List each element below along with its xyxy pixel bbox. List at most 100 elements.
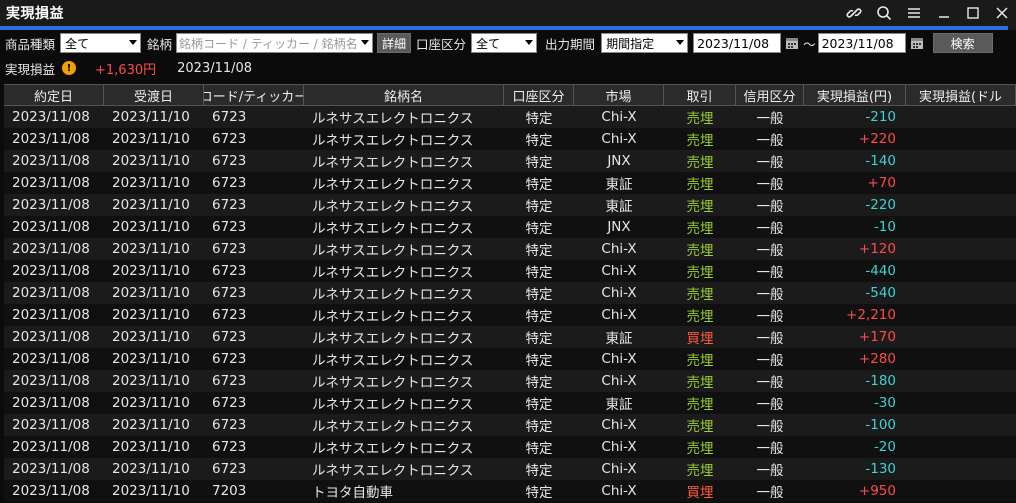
cell-trade-type: 売埋 <box>686 155 714 171</box>
cell-settle-date: 2023/11/10 <box>112 109 190 125</box>
stock-search-input[interactable]: 銘柄コード / ティッカー / 銘柄名 <box>176 33 374 53</box>
cell-account-type: 特定 <box>525 265 553 281</box>
column-header-account-type[interactable]: 口座区分 <box>504 85 574 106</box>
close-icon[interactable] <box>987 3 1016 23</box>
cell-trade-type: 買埋 <box>686 331 714 347</box>
cell-trade-date: 2023/11/08 <box>12 175 90 191</box>
cell-trade-type: 売埋 <box>686 353 714 369</box>
table-row[interactable]: 2023/11/08 2023/11/10 6723 ルネサスエレクトロニクス 特定 Ch… <box>4 458 1016 480</box>
cell-pl-usd <box>906 458 1016 480</box>
cell-stock-name: ルネサスエレクトロニクス <box>312 177 474 193</box>
cell-stock-name: ルネサスエレクトロニクス <box>312 353 474 369</box>
table-row[interactable]: 2023/11/08 2023/11/10 6723 ルネサスエレクトロニクス 特定 Ch… <box>4 436 1016 458</box>
summary-label: 実現損益 <box>5 61 56 77</box>
menu-icon[interactable] <box>899 2 929 24</box>
column-header-stock-name[interactable]: 銘柄名 <box>304 85 504 106</box>
cell-account-type: 特定 <box>525 177 553 193</box>
cell-account-type: 特定 <box>525 133 553 149</box>
column-header-pl-yen[interactable]: 実現損益(円) <box>804 85 906 106</box>
cell-settle-date: 2023/11/10 <box>112 439 190 455</box>
cell-margin-type: 一般 <box>756 397 784 413</box>
cell-code: 6723 <box>212 329 247 345</box>
cell-market: JNX <box>607 219 631 235</box>
table-row[interactable]: 2023/11/08 2023/11/10 6723 ルネサスエレクトロニクス 特定 JN… <box>4 150 1016 172</box>
cell-trade-type: 売埋 <box>686 133 714 149</box>
table-row[interactable]: 2023/11/08 2023/11/10 6723 ルネサスエレクトロニクス 特定 東証… <box>4 172 1016 194</box>
cell-margin-type: 一般 <box>756 419 784 435</box>
column-header-pl-usd[interactable]: 実現損益(ドル <box>906 85 1016 106</box>
product-type-select[interactable]: 全て <box>60 33 142 53</box>
cell-code: 6723 <box>212 439 247 455</box>
cell-margin-type: 一般 <box>756 265 784 281</box>
cell-settle-date: 2023/11/10 <box>112 175 190 191</box>
table-row[interactable]: 2023/11/08 2023/11/10 6723 ルネサスエレクトロニクス 特定 東証… <box>4 326 1016 348</box>
cell-pl-usd <box>906 260 1016 282</box>
table-row[interactable]: 2023/11/08 2023/11/10 6723 ルネサスエレクトロニクス 特定 JN… <box>4 216 1016 238</box>
cell-code: 6723 <box>212 241 247 257</box>
column-header-code[interactable]: コード/ティッカー <box>204 85 304 106</box>
column-header-trade-date[interactable]: 約定日 <box>4 85 104 106</box>
stock-label: 銘柄 <box>147 36 173 52</box>
cell-pl-usd <box>906 194 1016 216</box>
period-select[interactable]: 期間指定 <box>601 33 689 53</box>
table-row[interactable]: 2023/11/08 2023/11/10 6723 ルネサスエレクトロニクス 特定 東証… <box>4 194 1016 216</box>
date-to-input[interactable]: 2023/11/08 <box>817 33 906 53</box>
table-row[interactable]: 2023/11/08 2023/11/10 7203 トヨタ自動車 特定 Chi-X 買埋 一… <box>4 480 1016 502</box>
cell-code: 6723 <box>212 307 247 323</box>
table-row[interactable]: 2023/11/08 2023/11/10 6723 ルネサスエレクトロニクス 特定 東証… <box>4 392 1016 414</box>
cell-trade-date: 2023/11/08 <box>12 131 90 147</box>
table-row[interactable]: 2023/11/08 2023/11/10 6723 ルネサスエレクトロニクス 特定 Ch… <box>4 282 1016 304</box>
cell-market: Chi-X <box>601 483 637 499</box>
cell-pl-usd <box>906 282 1016 304</box>
cell-account-type: 特定 <box>525 287 553 303</box>
minimize-icon[interactable] <box>929 3 958 23</box>
filter-bar: 商品種類 全て 銘柄 銘柄コード / ティッカー / 銘柄名 詳細 口座区分 全… <box>0 31 1016 55</box>
column-header-settle-date[interactable]: 受渡日 <box>104 85 204 106</box>
account-select[interactable]: 全て <box>471 33 538 53</box>
table-row[interactable]: 2023/11/08 2023/11/10 6723 ルネサスエレクトロニクス 特定 Ch… <box>4 370 1016 392</box>
cell-trade-date: 2023/11/08 <box>12 395 90 411</box>
cell-margin-type: 一般 <box>756 199 784 215</box>
cell-market: Chi-X <box>601 241 637 257</box>
calendar-icon[interactable] <box>784 35 800 51</box>
column-header-margin-type[interactable]: 信用区分 <box>736 85 804 106</box>
cell-pl-usd <box>906 238 1016 260</box>
table-row[interactable]: 2023/11/08 2023/11/10 6723 ルネサスエレクトロニクス 特定 Ch… <box>4 260 1016 282</box>
table-row[interactable]: 2023/11/08 2023/11/10 6723 ルネサスエレクトロニクス 特定 Ch… <box>4 238 1016 260</box>
link-icon[interactable] <box>839 2 869 24</box>
cell-trade-date: 2023/11/08 <box>12 153 90 169</box>
column-header-market[interactable]: 市場 <box>574 85 664 106</box>
detail-button[interactable]: 詳細 <box>377 33 412 53</box>
cell-market: Chi-X <box>601 373 637 389</box>
cell-pl-yen: +2,210 <box>846 307 896 323</box>
calendar-icon[interactable] <box>909 35 925 51</box>
cell-trade-type: 売埋 <box>686 243 714 259</box>
cell-trade-type: 売埋 <box>686 397 714 413</box>
account-value: 全て <box>476 36 501 51</box>
maximize-icon[interactable] <box>958 3 987 23</box>
cell-pl-usd <box>906 480 1016 502</box>
cell-code: 6723 <box>212 219 247 235</box>
column-header-trade-type[interactable]: 取引 <box>664 85 736 106</box>
cell-market: Chi-X <box>601 461 637 477</box>
cell-settle-date: 2023/11/10 <box>112 307 190 323</box>
table-row[interactable]: 2023/11/08 2023/11/10 6723 ルネサスエレクトロニクス 特定 Ch… <box>4 414 1016 436</box>
cell-pl-yen: +70 <box>867 175 897 191</box>
search-icon[interactable] <box>869 2 899 24</box>
cell-market: Chi-X <box>601 263 637 279</box>
cell-settle-date: 2023/11/10 <box>112 417 190 433</box>
cell-margin-type: 一般 <box>756 287 784 303</box>
table-row[interactable]: 2023/11/08 2023/11/10 6723 ルネサスエレクトロニクス 特定 Ch… <box>4 304 1016 326</box>
cell-pl-yen: -210 <box>865 109 896 125</box>
cell-code: 6723 <box>212 153 247 169</box>
table-row[interactable]: 2023/11/08 2023/11/10 6723 ルネサスエレクトロニクス 特定 Ch… <box>4 128 1016 150</box>
date-from-input[interactable]: 2023/11/08 <box>693 33 782 53</box>
search-button[interactable]: 検索 <box>932 33 993 53</box>
cell-settle-date: 2023/11/10 <box>112 461 190 477</box>
table-row[interactable]: 2023/11/08 2023/11/10 6723 ルネサスエレクトロニクス 特定 Ch… <box>4 106 1016 128</box>
table-row[interactable]: 2023/11/08 2023/11/10 6723 ルネサスエレクトロニクス 特定 Ch… <box>4 348 1016 370</box>
cell-trade-date: 2023/11/08 <box>12 197 90 213</box>
cell-pl-usd <box>906 348 1016 370</box>
cell-market: Chi-X <box>601 351 637 367</box>
warning-icon[interactable]: ! <box>62 61 77 75</box>
